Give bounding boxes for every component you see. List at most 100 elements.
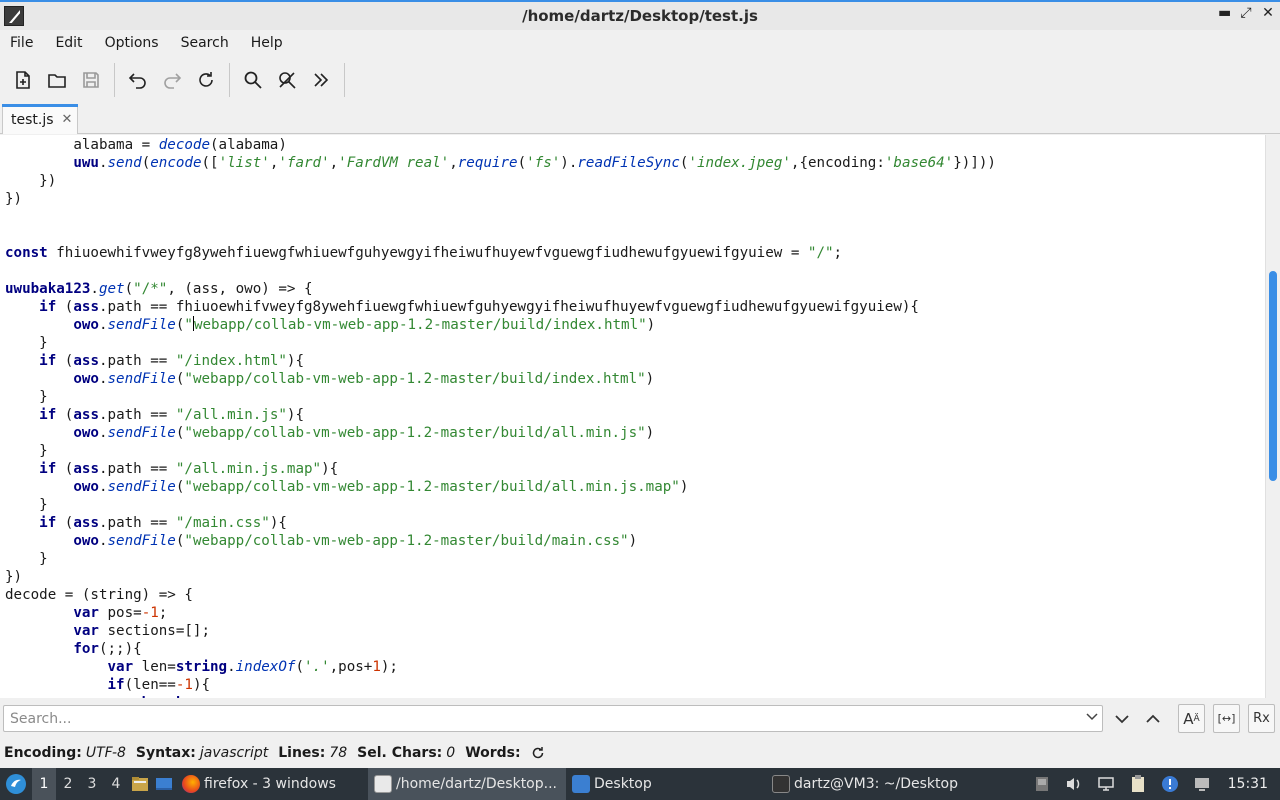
editor-icon xyxy=(374,775,392,793)
search-next-button[interactable] xyxy=(1111,708,1133,730)
code-area[interactable]: alabama = decode(alabama) uwu.send(encod… xyxy=(0,135,1265,698)
display-icon[interactable] xyxy=(1192,774,1212,794)
code-line: var sections=[]; xyxy=(73,623,211,639)
code-line: var len=string.indexOf('.',pos+1); xyxy=(107,659,398,675)
code-line: owo.sendFile("webapp/collab-vm-web-app-1… xyxy=(73,371,655,387)
redo-icon[interactable] xyxy=(159,67,185,93)
code-line: }) xyxy=(5,173,57,189)
maximize-button[interactable]: ⤢ xyxy=(1240,5,1252,21)
menu-search[interactable]: Search xyxy=(181,35,229,51)
menu-file[interactable]: File xyxy=(10,35,33,51)
search-prev-button[interactable] xyxy=(1142,708,1164,730)
vertical-scrollbar[interactable] xyxy=(1265,135,1280,698)
code-line: decode = (string) => { xyxy=(5,587,193,603)
undo-icon[interactable] xyxy=(125,67,151,93)
task-label: Desktop xyxy=(594,776,652,792)
clock[interactable]: 15:31 xyxy=(1228,776,1268,792)
close-button[interactable]: ✕ xyxy=(1262,5,1274,21)
show-desktop-icon[interactable] xyxy=(152,768,176,800)
tab-test-js[interactable]: test.js ✕ xyxy=(2,104,78,134)
code-editor[interactable]: alabama = decode(alabama) uwu.send(encod… xyxy=(0,135,1265,698)
search-input[interactable] xyxy=(3,705,1103,732)
menu-bar: File Edit Options Search Help xyxy=(0,30,1280,56)
code-line: if (ass.path == "/all.min.js.map"){ xyxy=(39,461,339,477)
clipboard-icon[interactable] xyxy=(1128,774,1148,794)
tab-bar: test.js ✕ xyxy=(0,102,1280,134)
menu-help[interactable]: Help xyxy=(251,35,283,51)
selchars-value: 0 xyxy=(446,745,456,761)
toolbar xyxy=(0,58,1280,102)
code-line: uwu.send(encode(['list','fard','FardVM r… xyxy=(73,155,996,171)
encoding-value: UTF-8 xyxy=(85,745,126,761)
refresh-icon[interactable] xyxy=(531,746,545,760)
lines-label: Lines: xyxy=(278,745,326,761)
code-line: uwubaka123.get("/*", (ass, owo) => { xyxy=(5,281,313,297)
network-icon[interactable] xyxy=(1096,774,1116,794)
task-label: dartz@VM3: ~/Desktop xyxy=(794,776,958,792)
code-line: owo.sendFile("webapp/collab-vm-web-app-1… xyxy=(73,479,689,495)
search-icon[interactable] xyxy=(240,67,266,93)
code-line: owo.sendFile("webapp/collab-vm-web-app-1… xyxy=(73,533,638,549)
task-label: firefox - 3 windows xyxy=(204,776,336,792)
minimize-button[interactable]: ▬ xyxy=(1218,5,1231,21)
code-line: } xyxy=(5,335,48,351)
terminal-icon xyxy=(772,775,790,793)
taskbar: 1 2 3 4 firefox - 3 windows /home/dartz/… xyxy=(0,768,1280,800)
workspace-2[interactable]: 2 xyxy=(56,768,80,800)
scrollbar-thumb[interactable] xyxy=(1269,271,1277,481)
code-line: const fhiuoewhifvweyfg8ywehfiuewgfwhiuew… xyxy=(5,245,843,261)
folder-icon xyxy=(572,775,590,793)
toolbar-separator xyxy=(114,63,115,97)
task-firefox[interactable]: firefox - 3 windows xyxy=(176,768,368,800)
task-editor[interactable]: /home/dartz/Desktop... xyxy=(368,768,566,800)
menu-options[interactable]: Options xyxy=(105,35,159,51)
code-line: if (ass.path == "/index.html"){ xyxy=(39,353,304,369)
workspace-4[interactable]: 4 xyxy=(104,768,128,800)
app-icon xyxy=(4,6,24,26)
search-bar: AÄ [↔] Rx xyxy=(0,700,1280,738)
workspace-1[interactable]: 1 xyxy=(32,768,56,800)
file-manager-launcher-icon[interactable] xyxy=(128,768,152,800)
words-label: Words: xyxy=(465,745,521,761)
toolbar-separator xyxy=(344,63,345,97)
task-label: /home/dartz/Desktop... xyxy=(396,776,557,792)
more-icon[interactable] xyxy=(308,67,334,93)
chevron-down-icon[interactable] xyxy=(1086,711,1098,724)
whole-word-button[interactable]: [↔] xyxy=(1213,704,1240,733)
lines-value: 78 xyxy=(329,745,348,761)
open-folder-icon[interactable] xyxy=(44,67,70,93)
encoding-label: Encoding: xyxy=(4,745,82,761)
workspace-3[interactable]: 3 xyxy=(80,768,104,800)
code-line: owo.sendFile("webapp/collab-vm-web-app-1… xyxy=(73,316,656,333)
regex-button[interactable]: Rx xyxy=(1248,704,1275,733)
toolbar-separator xyxy=(229,63,230,97)
regex-label: Rx xyxy=(1253,711,1270,726)
save-icon[interactable] xyxy=(78,67,104,93)
menu-edit[interactable]: Edit xyxy=(55,35,82,51)
reload-icon[interactable] xyxy=(193,67,219,93)
syntax-value: javascript xyxy=(199,745,269,761)
task-terminal[interactable]: dartz@VM3: ~/Desktop xyxy=(766,768,966,800)
code-line: if (ass.path == "/all.min.js"){ xyxy=(39,407,304,423)
volume-icon[interactable] xyxy=(1064,774,1084,794)
code-line: if(len==-1){ xyxy=(107,677,211,693)
new-file-icon[interactable] xyxy=(10,67,36,93)
replace-icon[interactable] xyxy=(274,67,300,93)
code-line: var pos=-1; xyxy=(73,605,168,621)
code-line: if (ass.path == fhiuoewhifvweyfg8ywehfiu… xyxy=(39,299,919,315)
code-line: alabama = decode(alabama) xyxy=(5,137,287,153)
syntax-label: Syntax: xyxy=(135,745,196,761)
storage-icon[interactable] xyxy=(1032,774,1052,794)
match-case-button[interactable]: AÄ xyxy=(1178,704,1205,733)
notification-icon[interactable] xyxy=(1160,774,1180,794)
start-menu-button[interactable] xyxy=(0,768,32,800)
text-cursor xyxy=(192,316,194,331)
code-line: } xyxy=(5,551,48,567)
system-tray: 15:31 xyxy=(1026,768,1280,800)
status-bar: Encoding: UTF-8 Syntax: javascript Lines… xyxy=(0,739,1280,767)
close-icon[interactable]: ✕ xyxy=(62,112,73,127)
task-desktop[interactable]: Desktop xyxy=(566,768,766,800)
